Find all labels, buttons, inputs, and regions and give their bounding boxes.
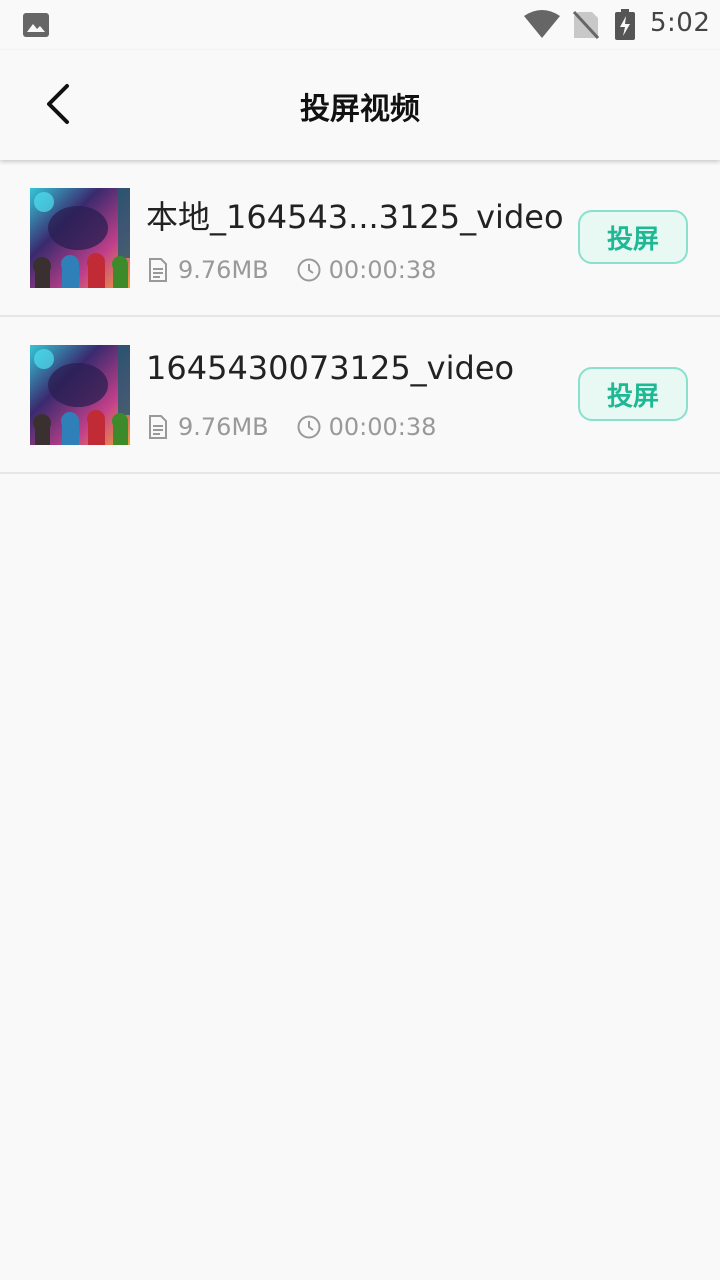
image-notification-icon [22,12,50,42]
status-time: 5:02 [650,8,711,38]
video-duration: 00:00:38 [328,413,437,441]
cast-button[interactable]: 投屏 [578,210,688,264]
clock-icon [297,415,321,439]
video-meta: 9.76MB 00:00:38 [148,256,436,284]
video-title: 1645430073125_video [146,349,515,387]
status-bar: 5:02 [0,0,720,50]
file-size: 9.76MB [178,413,269,441]
file-icon [148,415,168,439]
video-thumbnail [30,345,130,445]
battery-charging-icon [614,9,636,45]
video-duration: 00:00:38 [328,256,437,284]
file-size: 9.76MB [178,256,269,284]
video-title: 本地_164543...3125_video [146,198,564,236]
file-icon [148,258,168,282]
list-item[interactable]: 1645430073125_video 9.76MB 00:00:38 投屏 [0,317,720,474]
video-meta: 9.76MB 00:00:38 [148,413,436,441]
app-bar: 投屏视频 [0,50,720,160]
page-title: 投屏视频 [300,92,420,127]
clock-icon [297,258,321,282]
cast-button[interactable]: 投屏 [578,367,688,421]
video-thumbnail [30,188,130,288]
video-list: 本地_164543...3125_video 9.76MB 00:00:38 投… [0,160,720,474]
wifi-icon [522,10,562,44]
no-sim-icon [572,10,600,44]
list-item[interactable]: 本地_164543...3125_video 9.76MB 00:00:38 投… [0,160,720,317]
